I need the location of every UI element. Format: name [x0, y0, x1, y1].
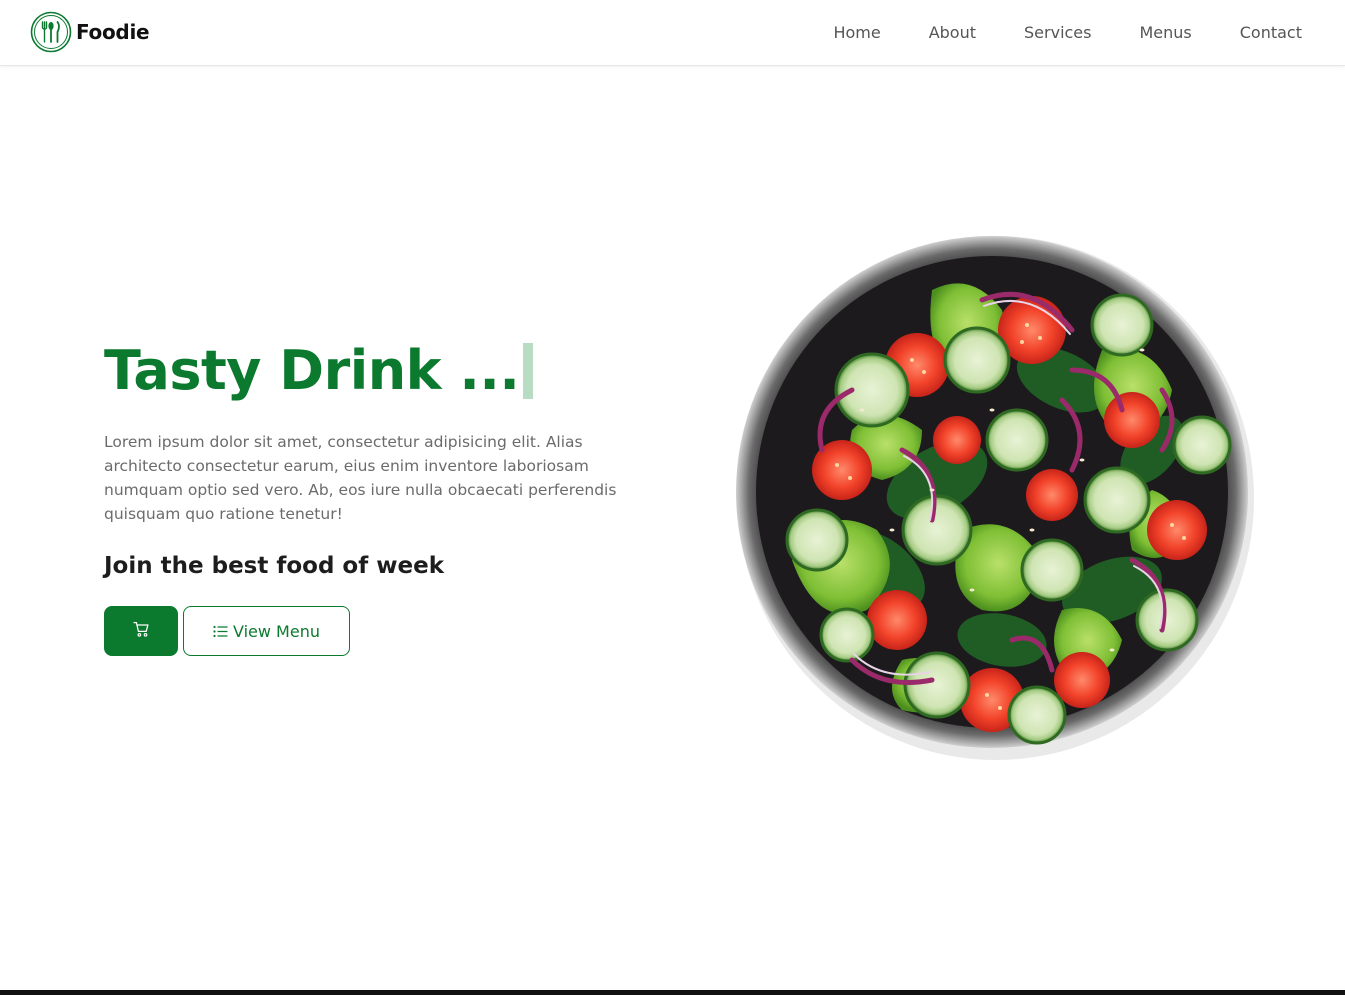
hero-subtitle: Join the best food of week — [104, 553, 444, 579]
view-menu-button[interactable]: View Menu — [183, 606, 350, 656]
bottom-border — [0, 990, 1345, 995]
hero-buttons: View Menu — [104, 606, 644, 656]
hero-title-wrapper: Tasty Drink ... — [104, 335, 644, 407]
fork-spoon-knife-icon — [30, 11, 72, 53]
cart-button[interactable] — [104, 606, 178, 656]
typing-cursor — [523, 343, 534, 399]
main-nav: Home About Services Menus Contact — [785, 0, 1302, 65]
view-menu-label: View Menu — [233, 621, 320, 641]
nav-about[interactable]: About — [929, 23, 976, 42]
nav-menus[interactable]: Menus — [1139, 23, 1191, 42]
nav-contact[interactable]: Contact — [1240, 23, 1302, 42]
cart-icon — [132, 621, 150, 641]
brand-name: Foodie — [76, 20, 150, 44]
hero-content: Tasty Drink ... Lorem ipsum dolor sit am… — [104, 335, 644, 656]
nav-services[interactable]: Services — [1024, 23, 1091, 42]
nav-home[interactable]: Home — [833, 23, 880, 42]
page: Foodie Home About Services Menus Contact… — [0, 0, 1345, 995]
hero-title: Tasty Drink ... — [104, 339, 520, 402]
brand-link[interactable]: Foodie — [30, 11, 150, 53]
salad-bowl-image — [732, 230, 1256, 760]
list-icon — [213, 625, 228, 638]
hero-description: Lorem ipsum dolor sit amet, consectetur … — [104, 433, 617, 523]
navbar: Foodie Home About Services Menus Contact — [0, 0, 1345, 66]
